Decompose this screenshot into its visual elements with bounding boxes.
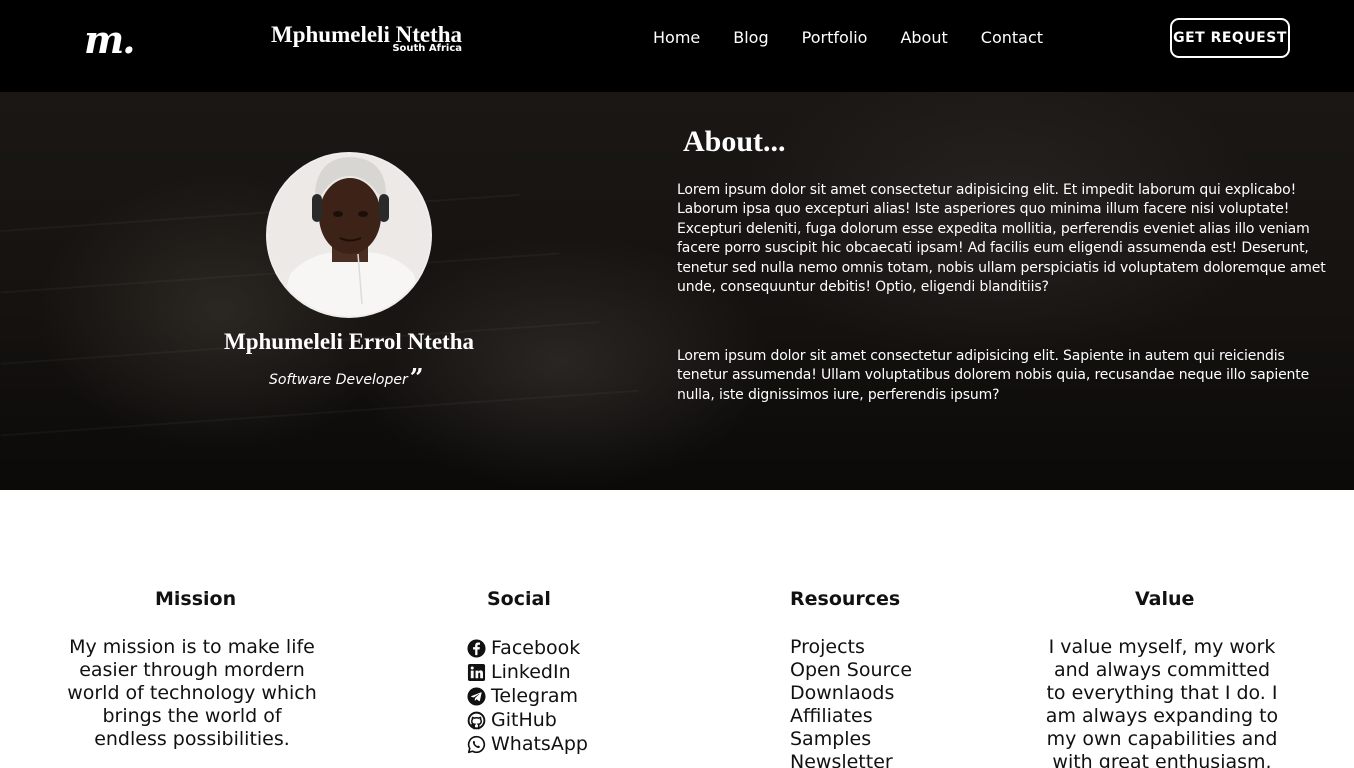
about-paragraph: Lorem ipsum dolor sit amet consectetur a… — [677, 348, 1310, 403]
nav-link-about[interactable]: About — [900, 28, 947, 48]
resource-link-projects[interactable]: Projects — [790, 636, 912, 659]
about-hero: Mphumeleli Errol Ntetha Software Develop… — [0, 92, 1354, 490]
about-paragraph: Lorem ipsum dolor sit amet consectetur a… — [677, 182, 1326, 296]
social-link-facebook[interactable]: Facebook — [467, 636, 588, 660]
value-title: Value — [1135, 588, 1195, 610]
main-menu: Home Blog Portfolio About Contact — [653, 28, 1076, 48]
social-link-github[interactable]: GitHub — [467, 708, 588, 732]
resources-title: Resources — [790, 588, 901, 610]
nav-link-blog[interactable]: Blog — [733, 28, 768, 48]
resources-links: Projects Open Source Downlaods Affiliate… — [790, 636, 912, 768]
social-label: GitHub — [491, 709, 557, 731]
social-label: Telegram — [491, 685, 579, 707]
linkedin-icon — [467, 663, 486, 681]
social-label: Facebook — [491, 637, 581, 659]
social-link-linkedin[interactable]: LinkedIn — [467, 660, 588, 684]
resource-link-open-source[interactable]: Open Source — [790, 659, 912, 682]
social-title: Social — [487, 588, 551, 610]
mission-title: Mission — [155, 588, 237, 610]
profile-photo — [268, 154, 430, 316]
value-text: I value myself, my work and always commi… — [1045, 636, 1279, 768]
social-link-telegram[interactable]: Telegram — [467, 684, 588, 708]
social-link-whatsapp[interactable]: WhatsApp — [467, 732, 588, 756]
facebook-icon — [467, 638, 486, 658]
get-request-button[interactable]: GET REQUEST — [1170, 18, 1290, 58]
quote-icon: ” — [409, 363, 424, 392]
nav-link-portfolio[interactable]: Portfolio — [802, 28, 868, 48]
profile-name: Mphumeleli Errol Ntetha — [224, 329, 474, 354]
top-navbar: m. Mphumeleli Ntetha South Africa Home B… — [0, 0, 1354, 92]
social-label: LinkedIn — [491, 661, 571, 683]
profile-avatar — [266, 152, 432, 318]
role-text: Software Developer — [269, 372, 408, 388]
resource-link-samples[interactable]: Samples — [790, 728, 912, 751]
whatsapp-icon — [467, 735, 486, 753]
social-label: WhatsApp — [491, 733, 588, 755]
nav-link-contact[interactable]: Contact — [981, 28, 1043, 48]
brand[interactable]: Mphumeleli Ntetha South Africa — [271, 22, 462, 54]
profile-role: Software Developer” — [269, 363, 424, 392]
mission-text: My mission is to make life easier throug… — [67, 636, 317, 750]
site-logo[interactable]: m. — [84, 21, 135, 59]
resource-link-downloads[interactable]: Downlaods — [790, 682, 912, 705]
nav-link-home[interactable]: Home — [653, 28, 700, 48]
resource-link-affiliates[interactable]: Affiliates — [790, 705, 912, 728]
about-heading: About... — [683, 125, 786, 158]
background-texture — [1, 390, 640, 437]
github-icon — [467, 711, 486, 729]
brand-location: South Africa — [392, 43, 463, 54]
background-texture — [1, 194, 520, 232]
telegram-icon — [467, 686, 486, 706]
resource-link-newsletter[interactable]: Newsletter — [790, 751, 912, 768]
social-links: Facebook LinkedIn Telegram GitHub WhatsA… — [467, 636, 588, 756]
